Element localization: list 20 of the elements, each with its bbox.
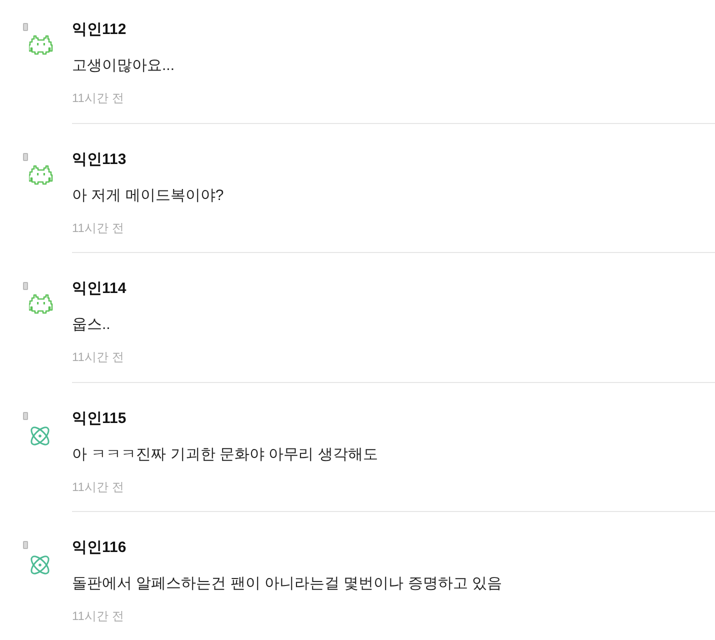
author-name: 익인112 xyxy=(72,20,128,40)
comment-time: 11시간 전 xyxy=(72,220,125,236)
marker-icon xyxy=(23,152,28,160)
comment-time: 11시간 전 xyxy=(72,478,125,494)
author-name: 익인114 xyxy=(72,279,128,299)
marker-icon xyxy=(23,412,28,420)
author-name: 익인116 xyxy=(72,538,128,558)
comment-text: 아 저게 메이드복이야? xyxy=(72,186,225,206)
comment-time: 11시간 전 xyxy=(72,90,125,106)
author-name: 익인115 xyxy=(72,408,128,428)
marker-icon xyxy=(23,282,28,290)
comment-time: 11시간 전 xyxy=(72,608,125,624)
comment-text: 웁스.. xyxy=(72,315,112,335)
comment-time: 11시간 전 xyxy=(72,349,125,365)
marker-icon xyxy=(23,541,28,549)
marker-icon xyxy=(23,23,28,31)
comment-text: 돌판에서 알페스하는건 팬이 아니라는걸 몇번이나 증명하고 있음 xyxy=(72,574,504,594)
author-name: 익인113 xyxy=(72,150,128,170)
comment-text: 고생이많아요... xyxy=(72,56,176,76)
comment-text: 아 ㅋㅋㅋ진짜 기괴한 문화야 아무리 생각해도 xyxy=(72,444,379,464)
